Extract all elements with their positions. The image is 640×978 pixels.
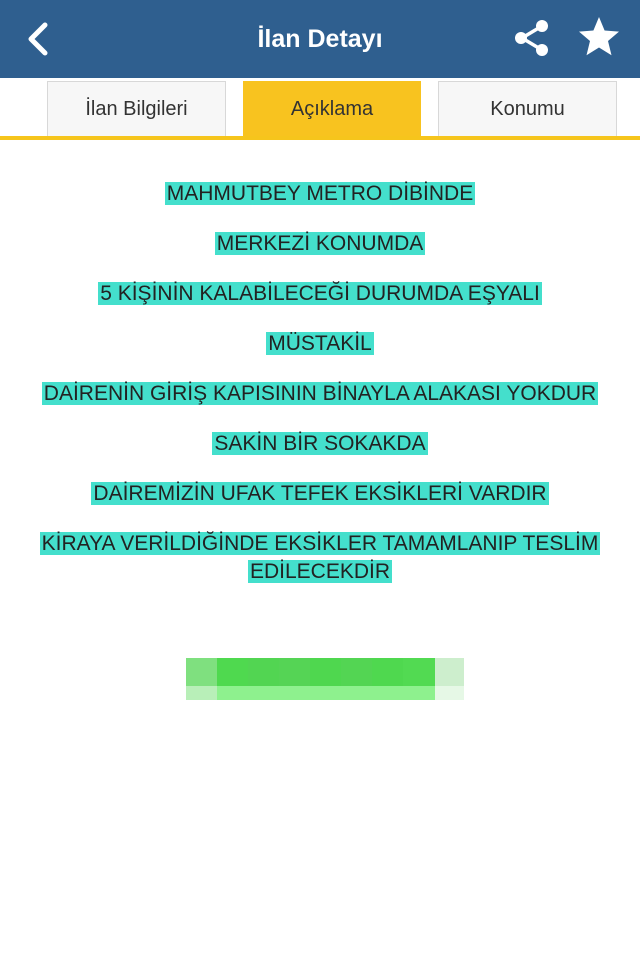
tab-label: Açıklama bbox=[290, 98, 374, 120]
share-icon bbox=[515, 20, 548, 56]
star-icon bbox=[579, 17, 619, 56]
top-app-bar: İlan Detayı bbox=[0, 0, 640, 78]
share-button[interactable] bbox=[508, 14, 556, 62]
pixelated-image bbox=[186, 658, 464, 700]
description-line: SAKİN BİR SOKAKDA bbox=[212, 432, 428, 455]
tab-konumu[interactable]: Konumu bbox=[438, 81, 617, 137]
app-screen: İlan Detayı İlan Bilgileri Açıklama Konu… bbox=[0, 0, 640, 978]
tab-ilan-bilgileri[interactable]: İlan Bilgileri bbox=[47, 81, 226, 137]
description-line: DAİREMİZİN UFAK TEFEK EKSİKLERİ VARDIR bbox=[91, 482, 549, 505]
favorite-button[interactable] bbox=[574, 12, 624, 62]
description-line: MAHMUTBEY METRO DİBİNDE bbox=[164, 182, 476, 205]
tab-aciklama[interactable]: Açıklama bbox=[243, 81, 421, 137]
tab-label: İlan Bilgileri bbox=[85, 98, 188, 120]
tab-label: Konumu bbox=[490, 98, 565, 120]
tab-indicator-line bbox=[0, 136, 640, 140]
description-line: KİRAYA VERİLDİĞİNDE EKSİKLER TAMAMLANIP … bbox=[39, 532, 601, 583]
description-line: 5 KİŞİNİN KALABİLECEĞİ DURUMDA EŞYALI bbox=[98, 282, 542, 305]
description-text: MAHMUTBEY METRO DİBİNDE MERKEZİ KONUMDA … bbox=[30, 180, 610, 608]
description-line: MÜSTAKİL bbox=[266, 332, 374, 355]
description-line: DAİRENİN GİRİŞ KAPISININ BİNAYLA ALAKASI… bbox=[41, 382, 599, 405]
description-line: MERKEZİ KONUMDA bbox=[214, 232, 426, 255]
